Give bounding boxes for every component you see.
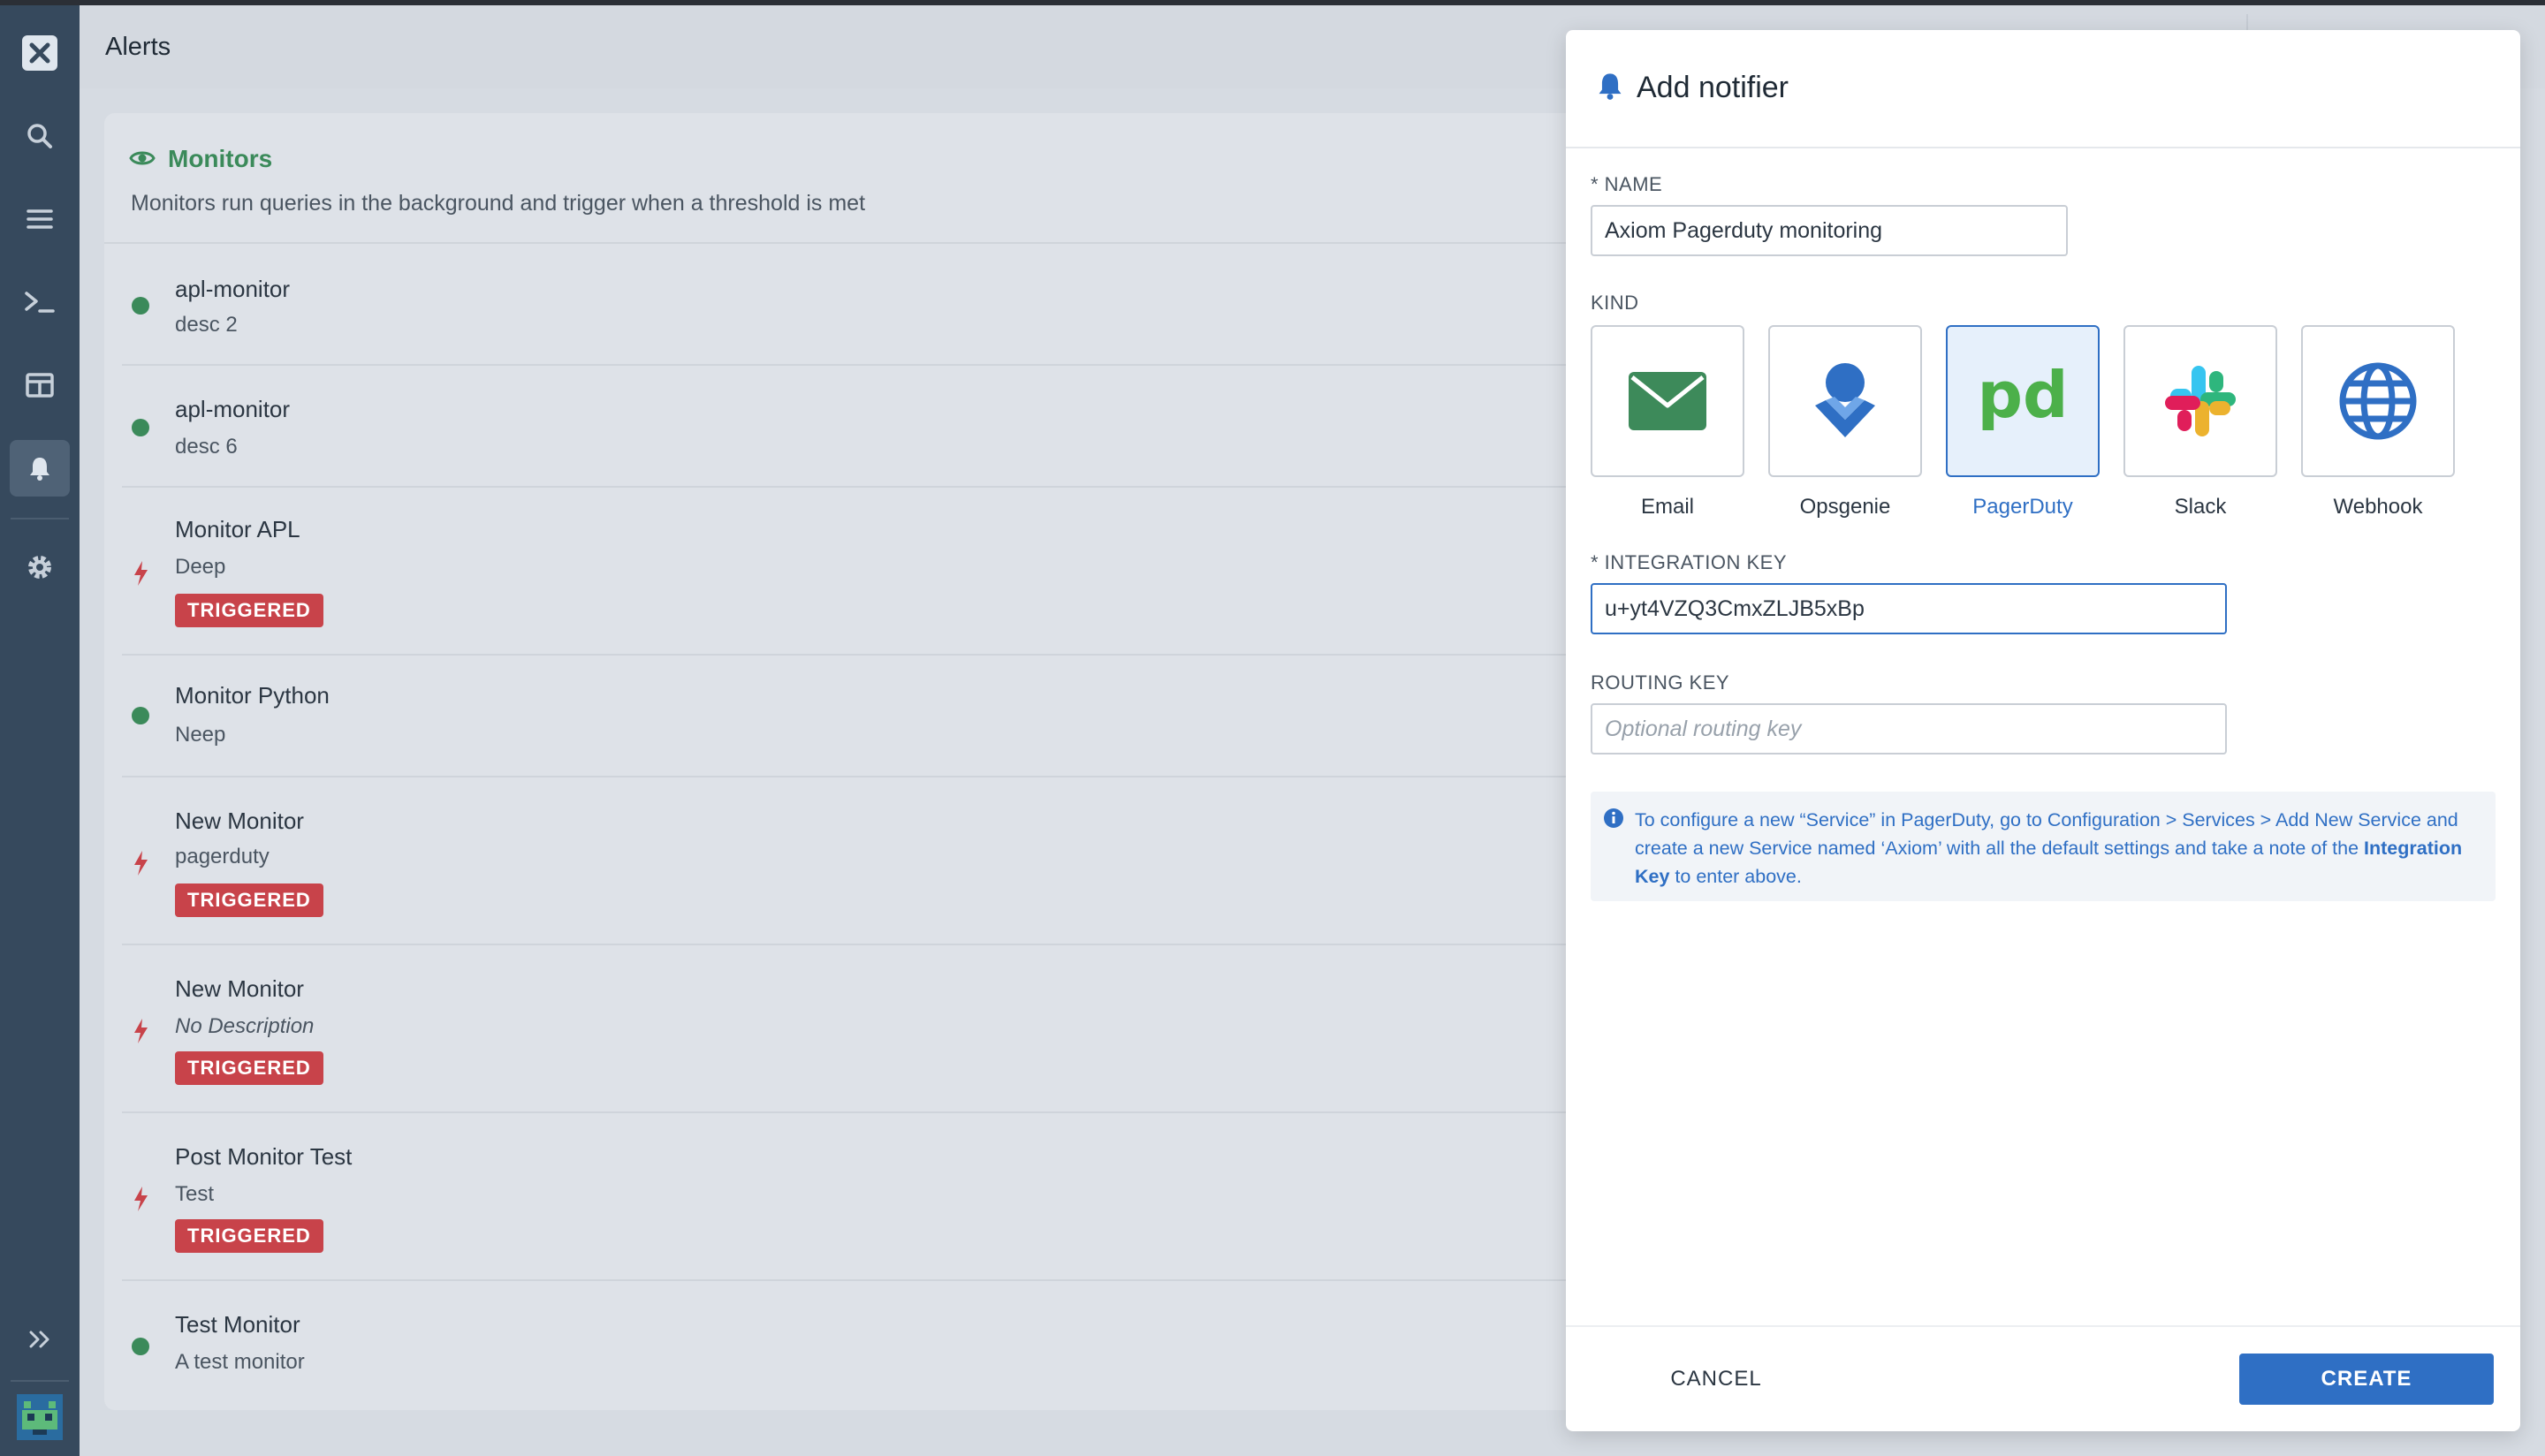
monitor-row[interactable]: apl-monitor desc 2: [122, 246, 1783, 366]
monitor-row[interactable]: Post Monitor Test Test TRIGGERED: [122, 1113, 1783, 1281]
monitor-row[interactable]: New Monitor pagerduty TRIGGERED: [122, 777, 1783, 945]
sidebar-divider: [11, 1380, 69, 1382]
monitor-row[interactable]: Monitor Python Neep: [122, 656, 1783, 777]
email-icon: [1629, 372, 1706, 430]
monitor-name: New Monitor: [175, 975, 304, 1002]
monitor-name: New Monitor: [175, 808, 304, 834]
status-ok-icon: [132, 297, 149, 315]
info-icon: [1604, 808, 1623, 828]
search-icon[interactable]: [10, 108, 70, 164]
panel-footer-divider: [1566, 1325, 2520, 1327]
monitor-description: desc 6: [175, 435, 238, 459]
sidebar: [0, 5, 80, 1456]
sidebar-divider: [11, 518, 69, 519]
monitor-description: pagerduty: [175, 845, 270, 868]
kind-opsgenie-label: Opsgenie: [1799, 495, 1891, 519]
monitor-name: Test Monitor: [175, 1311, 300, 1338]
webhook-icon: [2339, 362, 2417, 440]
integration-key-input[interactable]: [1591, 583, 2227, 634]
panel-title: Add notifier: [1637, 71, 1789, 104]
page-title: Alerts: [105, 33, 171, 61]
integration-key-label: * INTEGRATION KEY: [1591, 551, 1788, 573]
pagerduty-icon: pd: [1980, 366, 2065, 432]
triggered-badge: TRIGGERED: [175, 1051, 323, 1085]
kind-label: KIND: [1591, 292, 1639, 314]
triggered-bolt-icon: [134, 851, 148, 876]
kind-email-label: Email: [1640, 495, 1694, 519]
terminal-icon[interactable]: [10, 274, 70, 330]
monitor-name: apl-monitor: [175, 396, 291, 422]
cancel-button[interactable]: CANCEL: [1628, 1354, 1804, 1405]
gear-icon[interactable]: [10, 539, 70, 595]
status-ok-icon: [132, 419, 149, 436]
kind-webhook-option[interactable]: [2301, 325, 2455, 477]
monitor-description: A test monitor: [175, 1350, 305, 1374]
monitors-header: Monitors Monitors run queries in the bac…: [104, 113, 1783, 244]
monitors-title: Monitors: [168, 145, 273, 172]
triggered-badge: TRIGGERED: [175, 883, 323, 917]
monitor-row[interactable]: New Monitor No Description TRIGGERED: [122, 945, 1783, 1113]
monitor-name: Post Monitor Test: [175, 1143, 353, 1170]
opsgenie-icon: [1815, 363, 1875, 437]
logo-icon[interactable]: [10, 25, 70, 81]
name-label: * NAME: [1591, 173, 1663, 195]
avatar-icon[interactable]: [10, 1389, 70, 1445]
status-ok-icon: [132, 707, 149, 724]
monitors-card: Monitors Monitors run queries in the bac…: [104, 113, 1783, 1410]
svg-text:pd: pd: [1980, 366, 2065, 432]
info-text-part: To configure a new “Service” in PagerDut…: [1635, 809, 2458, 859]
monitors-description: Monitors run queries in the background a…: [131, 191, 866, 216]
kind-webhook-label: Webhook: [2333, 495, 2423, 519]
monitor-name: apl-monitor: [175, 276, 291, 302]
stream-icon[interactable]: [10, 191, 70, 247]
info-text: To configure a new “Service” in PagerDut…: [1635, 806, 2474, 891]
panel-header: Add notifier: [1566, 30, 2520, 148]
bell-icon: [1599, 73, 1622, 100]
eye-icon: [129, 151, 156, 165]
monitor-row[interactable]: Monitor APL Deep TRIGGERED: [122, 488, 1783, 656]
kind-email-option[interactable]: [1591, 325, 1744, 477]
monitor-row[interactable]: apl-monitor desc 6: [122, 366, 1783, 488]
triggered-badge: TRIGGERED: [175, 594, 323, 627]
routing-key-label: ROUTING KEY: [1591, 671, 1730, 694]
expand-icon[interactable]: [10, 1311, 70, 1368]
monitor-description: Test: [175, 1182, 215, 1206]
kind-pagerduty-label: PagerDuty: [1972, 495, 2073, 519]
monitor-name: Monitor APL: [175, 516, 300, 542]
dashboard-icon[interactable]: [10, 357, 70, 413]
kind-opsgenie-option[interactable]: [1768, 325, 1922, 477]
triggered-bolt-icon: [134, 1019, 148, 1043]
kind-slack-option[interactable]: [2123, 325, 2277, 477]
triggered-badge: TRIGGERED: [175, 1219, 323, 1253]
monitor-description: desc 2: [175, 313, 238, 337]
create-button[interactable]: CREATE: [2239, 1354, 2494, 1405]
monitor-description: Neep: [175, 723, 226, 747]
triggered-bolt-icon: [134, 561, 148, 586]
kind-pagerduty-option[interactable]: pd: [1946, 325, 2100, 477]
add-notifier-panel: Add notifier * NAME KIND Email Opsgenie …: [1566, 30, 2520, 1431]
pagerduty-info-box: To configure a new “Service” in PagerDut…: [1591, 792, 2496, 901]
routing-key-input[interactable]: [1591, 703, 2227, 755]
info-text-part: to enter above.: [1669, 866, 1802, 887]
status-ok-icon: [132, 1338, 149, 1355]
kind-slack-label: Slack: [2174, 495, 2227, 519]
monitor-row[interactable]: Test Monitor A test monitor: [122, 1281, 1783, 1410]
triggered-bolt-icon: [134, 1187, 148, 1211]
bell-icon[interactable]: [10, 440, 70, 497]
monitor-name: Monitor Python: [175, 682, 330, 709]
slack-icon: [2165, 366, 2236, 436]
monitor-description: Deep: [175, 555, 226, 579]
monitor-description: No Description: [175, 1014, 315, 1038]
name-input[interactable]: [1591, 205, 2068, 256]
